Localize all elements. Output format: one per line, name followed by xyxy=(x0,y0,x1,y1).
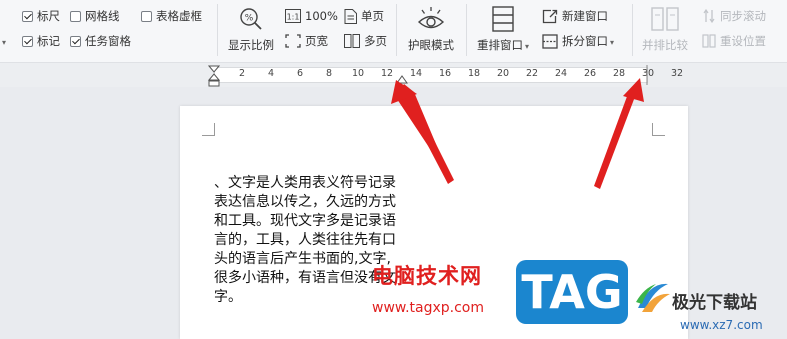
collapsed-caret[interactable]: ▾ xyxy=(2,38,6,47)
ruler-tick-label: 12 xyxy=(380,68,394,79)
arrange-windows-dropdown-icon[interactable]: ▾ xyxy=(525,42,529,51)
display-ratio-label: 显示比例 xyxy=(228,38,274,52)
aurora-logo-icon xyxy=(636,283,670,312)
zoom-percent-icon: % xyxy=(226,6,276,32)
page-width-button[interactable]: 页宽 xyxy=(285,32,328,50)
ruler-tick-label: 24 xyxy=(554,68,568,79)
ruler-tick-label: 22 xyxy=(525,68,539,79)
markup-checkbox-box[interactable] xyxy=(22,35,33,47)
display-ratio-button[interactable]: % 显示比例 xyxy=(226,6,276,53)
split-window-button[interactable]: 拆分窗口 ▾ xyxy=(542,32,614,50)
ruler-tick-label: 32 xyxy=(670,68,684,79)
side-by-side-button[interactable]: 并排比较 xyxy=(638,6,692,53)
watermark-site-name: 电脑技术网 xyxy=(372,264,482,288)
ruler-tick-label: 20 xyxy=(496,68,510,79)
eye-protection-label: 护眼模式 xyxy=(408,38,454,52)
markup-checkbox[interactable]: 标记 xyxy=(22,33,60,49)
single-page-button[interactable]: 单页 xyxy=(344,7,384,25)
ruler-tick-label: 16 xyxy=(438,68,452,79)
new-window-label: 新建窗口 xyxy=(562,9,608,23)
multi-page-icon xyxy=(344,34,360,48)
task-pane-checkbox[interactable]: 任务窗格 xyxy=(70,33,131,49)
ruler-tick-label: 10 xyxy=(351,68,365,79)
ruler-tick-label: 26 xyxy=(583,68,597,79)
arrange-windows-icon xyxy=(474,6,532,32)
markup-checkbox-label: 标记 xyxy=(37,34,60,48)
separator xyxy=(396,4,397,56)
corner-mark-top-right xyxy=(652,123,665,136)
left-indent-marker-icon[interactable] xyxy=(208,65,220,87)
eye-protection-button[interactable]: 护眼模式 xyxy=(405,6,457,53)
multi-page-button[interactable]: 多页 xyxy=(344,32,387,50)
zoom-100-label: 100% xyxy=(305,9,338,23)
horizontal-ruler[interactable]: 2 4 6 8 10 12 14 16 18 20 22 24 26 28 30 32 xyxy=(0,63,787,87)
ruler-checkbox-box[interactable] xyxy=(22,10,33,22)
reset-position-icon xyxy=(702,34,716,48)
ruler-tick-label: 4 xyxy=(267,68,275,79)
separator xyxy=(466,4,467,56)
ruler-tick-label: 28 xyxy=(612,68,626,79)
task-pane-checkbox-label: 任务窗格 xyxy=(85,34,131,48)
right-indent-marker-icon[interactable] xyxy=(396,73,408,85)
ruler-tick-label: 14 xyxy=(409,68,423,79)
new-window-icon xyxy=(542,9,558,24)
arrange-windows-button[interactable]: 重排窗口 ▾ xyxy=(474,6,532,53)
ruler-text-area xyxy=(214,67,648,83)
ruler-checkbox[interactable]: 标尺 xyxy=(22,8,60,24)
split-window-dropdown-icon[interactable]: ▾ xyxy=(610,38,614,47)
table-gridlines-checkbox[interactable]: 表格虚框 xyxy=(141,8,202,24)
side-by-side-icon xyxy=(638,6,692,32)
sync-scroll-icon xyxy=(702,9,716,23)
separator xyxy=(217,4,218,56)
table-gridlines-checkbox-box[interactable] xyxy=(141,10,152,22)
side-by-side-label: 并排比较 xyxy=(642,38,688,52)
single-page-icon xyxy=(344,8,357,24)
watermark-jg-url: www.xz7.com xyxy=(680,318,763,332)
reset-position-label: 重设位置 xyxy=(720,34,766,48)
document-line: 和工具。现代文字多是记录语 xyxy=(214,213,396,229)
svg-text:%: % xyxy=(245,14,254,24)
document-line: 表达信息以传之，久远的方式 xyxy=(214,194,396,210)
watermark-jg-name: 极光下载站 xyxy=(672,293,757,313)
page-width-icon xyxy=(285,34,301,48)
corner-mark-top-left xyxy=(202,123,215,136)
ruler-tick-label: 2 xyxy=(238,68,246,79)
gridlines-checkbox[interactable]: 网格线 xyxy=(70,8,120,24)
watermark-site-url: www.tagxp.com xyxy=(372,300,484,316)
ruler-tick-label: 6 xyxy=(296,68,304,79)
one-to-one-icon: 1:1 xyxy=(285,9,301,23)
view-ribbon: ▾ 标尺 网格线 表格虚框 标记 任务窗格 % 显示比例 1:1 100% 页宽… xyxy=(0,0,787,63)
zoom-100-button[interactable]: 1:1 100% xyxy=(285,7,338,25)
svg-text:1:1: 1:1 xyxy=(287,13,300,22)
table-gridlines-checkbox-label: 表格虚框 xyxy=(156,9,202,23)
sync-scroll-label: 同步滚动 xyxy=(720,9,766,23)
ruler-tick-label: 18 xyxy=(467,68,481,79)
arrange-windows-label: 重排窗口 xyxy=(476,38,523,52)
eye-icon xyxy=(405,6,457,32)
split-window-icon xyxy=(542,33,558,49)
new-window-button[interactable]: 新建窗口 xyxy=(542,7,608,25)
tag-logo: TAG xyxy=(516,260,628,324)
ruler-checkbox-label: 标尺 xyxy=(37,9,60,23)
document-line: 、文字是人类用表义符号记录 xyxy=(214,175,396,191)
multi-page-label: 多页 xyxy=(364,34,387,48)
right-margin-marker-icon[interactable] xyxy=(643,65,651,85)
ruler-tick-label: 8 xyxy=(325,68,333,79)
task-pane-checkbox-box[interactable] xyxy=(70,35,81,47)
single-page-label: 单页 xyxy=(361,9,384,23)
gridlines-checkbox-label: 网格线 xyxy=(85,9,120,23)
separator xyxy=(632,4,633,56)
split-window-label: 拆分窗口 xyxy=(562,34,608,48)
gridlines-checkbox-box[interactable] xyxy=(70,10,81,22)
sync-scroll-button[interactable]: 同步滚动 xyxy=(702,7,766,25)
page-width-label: 页宽 xyxy=(305,34,328,48)
reset-position-button[interactable]: 重设位置 xyxy=(702,32,766,50)
document-line: 言的，工具，人类往往先有口 xyxy=(214,232,396,248)
